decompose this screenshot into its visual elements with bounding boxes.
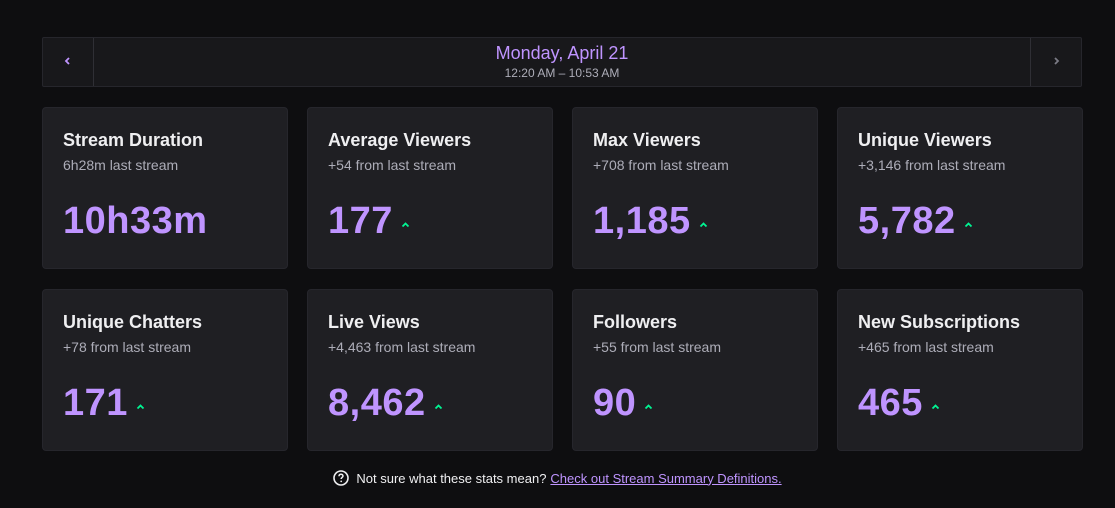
stat-value-row: 90 xyxy=(593,380,653,426)
stream-date: Monday, April 21 xyxy=(495,43,629,63)
stat-comparison: 6h28m last stream xyxy=(63,157,179,173)
stat-title: Unique Viewers xyxy=(858,130,992,150)
help-footer: Not sure what these stats mean? Check ou… xyxy=(0,470,1115,486)
stat-title: Unique Chatters xyxy=(63,312,203,332)
stat-card-live-views: Live Views +4,463 from last stream 8,462 xyxy=(307,289,553,451)
stat-card-unique-viewers: Unique Viewers +3,146 from last stream 5,7… xyxy=(837,107,1083,269)
trend-up-icon xyxy=(699,221,708,228)
stat-title: Average Viewers xyxy=(328,130,472,150)
stat-card-stream-duration: Stream Duration 6h28m last stream 10h33m xyxy=(42,107,288,269)
stat-value: 177 xyxy=(328,200,393,242)
date-display: Monday, April 21 12:20 AM – 10:53 AM xyxy=(93,38,1031,86)
stat-title: Max Viewers xyxy=(593,130,701,150)
stat-card-new-subscriptions: New Subscriptions +465 from last stream 46… xyxy=(837,289,1083,451)
stat-comparison: +55 from last stream xyxy=(593,339,721,355)
stat-comparison: +3,146 from last stream xyxy=(858,157,1006,173)
stat-value-row: 171 xyxy=(63,380,145,426)
chevron-right-icon xyxy=(1051,53,1061,71)
trend-up-icon xyxy=(644,403,653,410)
stat-comparison: +54 from last stream xyxy=(328,157,456,173)
stat-title: Stream Duration xyxy=(63,130,204,150)
stat-card-unique-chatters: Unique Chatters +78 from last stream 171 xyxy=(42,289,288,451)
stat-value: 171 xyxy=(63,382,128,424)
stat-title: New Subscriptions xyxy=(858,312,1021,332)
stat-card-average-viewers: Average Viewers +54 from last stream 177 xyxy=(307,107,553,269)
stat-value-row: 1,185 xyxy=(593,198,708,244)
stat-value: 465 xyxy=(858,382,923,424)
stat-value-row: 10h33m xyxy=(63,198,208,244)
stat-value: 10h33m xyxy=(63,200,208,242)
trend-up-icon xyxy=(434,403,443,410)
stat-comparison: +78 from last stream xyxy=(63,339,191,355)
stat-comparison: +4,463 from last stream xyxy=(328,339,476,355)
previous-stream-button[interactable] xyxy=(43,38,94,86)
stat-value: 1,185 xyxy=(593,200,691,242)
stat-comparison: +465 from last stream xyxy=(858,339,994,355)
stat-value-row: 177 xyxy=(328,198,410,244)
stat-title: Live Views xyxy=(328,312,420,332)
stream-time-range: 12:20 AM – 10:53 AM xyxy=(504,66,620,80)
next-stream-button[interactable] xyxy=(1030,38,1081,86)
trend-up-icon xyxy=(136,403,145,410)
stat-card-followers: Followers +55 from last stream 90 xyxy=(572,289,818,451)
help-circle-icon xyxy=(333,470,350,486)
stat-value-row: 465 xyxy=(858,380,940,426)
date-navigator: Monday, April 21 12:20 AM – 10:53 AM xyxy=(42,37,1082,87)
stat-comparison: +708 from last stream xyxy=(593,157,729,173)
stat-title: Followers xyxy=(593,312,678,332)
chevron-left-icon xyxy=(63,53,73,71)
stat-value-row: 5,782 xyxy=(858,198,973,244)
stat-value-row: 8,462 xyxy=(328,380,443,426)
stat-card-max-viewers: Max Viewers +708 from last stream 1,185 xyxy=(572,107,818,269)
help-question-text: Not sure what these stats mean? xyxy=(356,470,547,486)
stat-value: 5,782 xyxy=(858,200,956,242)
trend-up-icon xyxy=(964,221,973,228)
trend-up-icon xyxy=(931,403,940,410)
stat-value: 90 xyxy=(593,382,637,424)
stat-value: 8,462 xyxy=(328,382,426,424)
stream-summary-definitions-link[interactable]: Check out Stream Summary Definitions. xyxy=(550,471,781,486)
trend-up-icon xyxy=(401,221,410,228)
